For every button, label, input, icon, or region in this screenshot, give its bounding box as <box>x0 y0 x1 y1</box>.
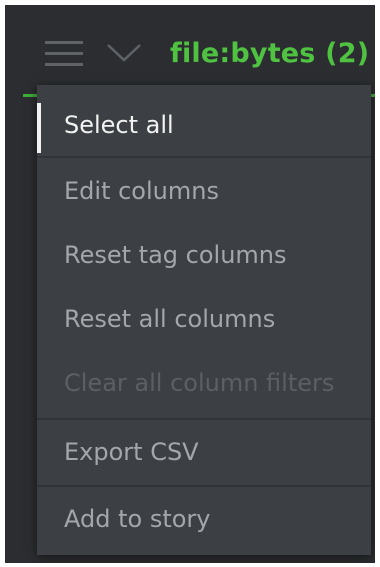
menu-item-label: Reset all columns <box>64 305 276 333</box>
menu-item-export-csv[interactable]: Export CSV <box>37 420 371 484</box>
menu-item-label: Select all <box>64 111 174 139</box>
hamburger-line <box>45 52 83 55</box>
panel-title: file:bytes (2) <box>170 38 370 69</box>
panel-header: file:bytes (2) <box>5 5 375 95</box>
menu-item-reset-tag-columns[interactable]: Reset tag columns <box>37 223 371 287</box>
hamburger-line <box>45 41 83 44</box>
hamburger-icon[interactable] <box>45 37 83 67</box>
menu-item-label: Reset tag columns <box>64 241 287 269</box>
menu-item-clear-all-column-filters: Clear all column filters <box>37 351 371 415</box>
menu-item-label: Export CSV <box>64 438 199 466</box>
menu-item-label: Clear all column filters <box>64 369 335 397</box>
menu-item-edit-columns[interactable]: Edit columns <box>37 159 371 223</box>
menu-item-label: Edit columns <box>64 177 219 205</box>
hamburger-line <box>45 63 83 66</box>
menu-item-add-to-story[interactable]: Add to story <box>37 487 371 551</box>
active-indicator <box>37 103 41 153</box>
menu-divider <box>37 156 371 158</box>
menu-item-label: Add to story <box>64 505 211 533</box>
menu-item-reset-all-columns[interactable]: Reset all columns <box>37 287 371 351</box>
menu-item-select-all[interactable]: Select all <box>37 93 371 157</box>
app-panel: file:bytes (2) Select all Edit columns R… <box>5 5 375 563</box>
chevron-down-icon[interactable] <box>106 42 142 64</box>
context-menu: Select all Edit columns Reset tag column… <box>37 85 371 555</box>
